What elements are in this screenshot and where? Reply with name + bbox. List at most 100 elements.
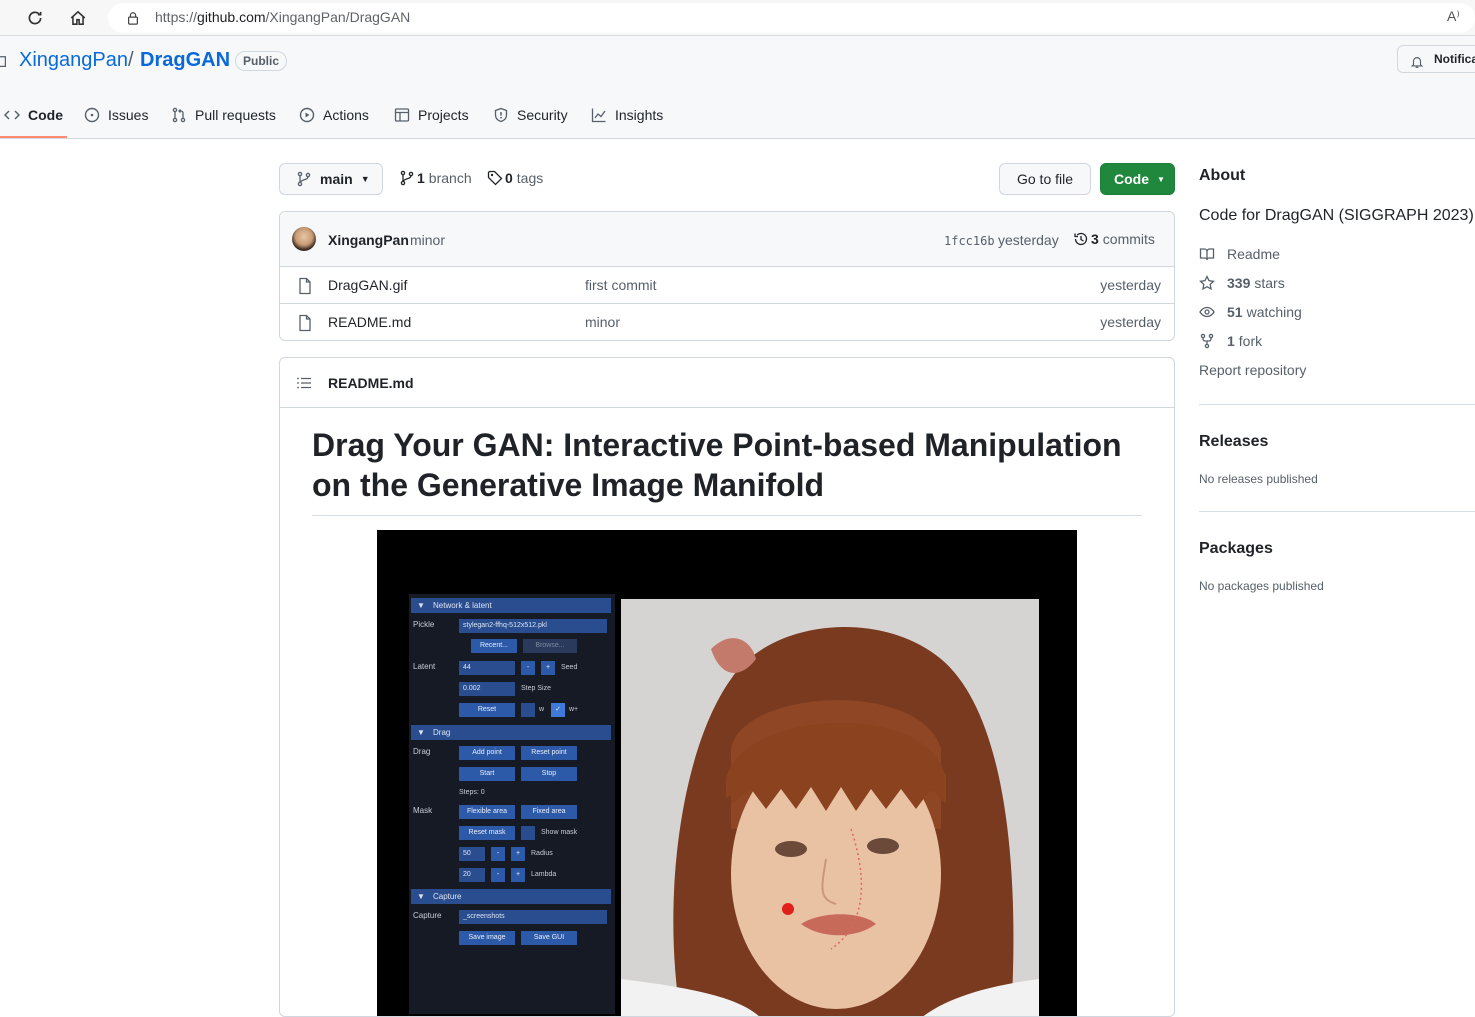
notifications-button[interactable]: Notifications xyxy=(1397,45,1475,73)
readme-link[interactable]: Readme xyxy=(1199,246,1280,262)
fork-icon xyxy=(1200,333,1214,349)
play-icon xyxy=(299,107,315,123)
demo-seed-label: Seed xyxy=(561,664,578,671)
demo-radius-label: Radius xyxy=(531,850,553,857)
demo-lambda-minus: - xyxy=(491,868,505,882)
history-icon xyxy=(1074,232,1088,246)
demo-stop-button: Stop xyxy=(521,767,577,781)
repo-owner-link[interactable]: XingangPan xyxy=(19,49,128,72)
demo-label-latent: Latent xyxy=(413,662,436,671)
releases-empty-text: No releases published xyxy=(1199,472,1318,486)
releases-heading[interactable]: Releases xyxy=(1199,433,1268,451)
file-list: XingangPan minor 1fcc16b yesterday 3 comm… xyxy=(279,211,1175,341)
demo-pickle-field: stylegan2-ffhq-512x512.pkl xyxy=(459,619,607,633)
url-text[interactable]: https://github.com/XingangPan/DragGAN xyxy=(155,9,410,25)
tab-insights[interactable]: Insights xyxy=(591,104,663,126)
demo-lambda-field: 20 xyxy=(459,868,485,882)
demo-show-mask-checkbox xyxy=(521,826,535,840)
go-to-file-button[interactable]: Go to file xyxy=(999,163,1091,195)
visibility-badge: Public xyxy=(235,51,288,71)
book-icon xyxy=(1199,248,1215,261)
read-aloud-icon[interactable]: A⁾ xyxy=(1447,8,1460,25)
demo-label-capture: Capture xyxy=(413,911,442,920)
branches-link[interactable]: 1 branch xyxy=(399,170,472,186)
demo-reset-mask-button: Reset mask xyxy=(459,826,515,840)
demo-start-button: Start xyxy=(459,767,515,781)
commit-message[interactable]: minor xyxy=(410,232,445,248)
tab-actions[interactable]: Actions xyxy=(299,104,369,126)
report-repository-link[interactable]: Report repository xyxy=(1199,362,1306,378)
file-commit-time: yesterday xyxy=(1100,314,1161,330)
reload-icon[interactable] xyxy=(22,5,48,31)
tab-issues[interactable]: Issues xyxy=(84,104,148,126)
caret-down-icon: ▼ xyxy=(1157,174,1165,184)
file-row[interactable]: DragGAN.gif first commit yesterday xyxy=(280,267,1174,304)
demo-label-mask: Mask xyxy=(413,806,433,815)
star-icon xyxy=(1199,275,1215,291)
demo-reset-button: Reset xyxy=(459,703,515,717)
demo-radius-minus: - xyxy=(491,847,505,861)
demo-face-image xyxy=(621,599,1039,1016)
demo-capture-field: _screenshots xyxy=(459,910,607,924)
demo-flexible-area-button: Flexible area xyxy=(459,805,515,819)
file-icon xyxy=(297,277,313,298)
list-unordered-icon[interactable] xyxy=(296,375,312,396)
demo-recent-button: Recent... xyxy=(471,639,517,653)
readme-header: README.md xyxy=(280,358,1174,408)
packages-heading[interactable]: Packages xyxy=(1199,540,1273,558)
avatar[interactable] xyxy=(292,227,316,251)
browser-toolbar: https://github.com/XingangPan/DragGAN A⁾ xyxy=(0,0,1475,36)
demo-save-image-button: Save image xyxy=(459,931,515,945)
bell-icon xyxy=(1410,52,1424,72)
packages-empty-text: No packages published xyxy=(1199,579,1324,593)
file-commit-message[interactable]: minor xyxy=(585,314,620,330)
demo-section-capture: Capture xyxy=(411,889,611,904)
latest-commit-row: XingangPan minor 1fcc16b yesterday 3 comm… xyxy=(280,212,1174,267)
active-tab-underline xyxy=(0,136,67,138)
file-commit-message[interactable]: first commit xyxy=(585,277,657,293)
tab-security[interactable]: Security xyxy=(493,104,568,126)
commit-sha[interactable]: 1fcc16b xyxy=(944,234,995,248)
demo-radius-plus: + xyxy=(511,847,525,861)
demo-w-checkbox xyxy=(521,703,535,717)
demo-wplus-label: w+ xyxy=(569,706,579,713)
tab-code[interactable]: Code xyxy=(4,104,63,126)
home-icon[interactable] xyxy=(65,5,91,31)
demo-radius-field: 50 xyxy=(459,847,485,861)
readme-filename[interactable]: README.md xyxy=(328,375,414,391)
forks-link[interactable]: 1 fork xyxy=(1199,333,1262,349)
demo-gui-panel: Network & latent Pickle stylegan2-ffhq-5… xyxy=(409,594,615,1014)
tab-projects[interactable]: Projects xyxy=(394,104,469,126)
demo-browse-button: Browse... xyxy=(523,639,577,653)
file-row[interactable]: README.md minor yesterday xyxy=(280,304,1174,340)
repo-header: XingangPan / DragGAN Public Notification… xyxy=(0,36,1475,139)
code-button[interactable]: Code ▼ xyxy=(1100,163,1175,195)
demo-add-point-button: Add point xyxy=(459,746,515,760)
demo-step-field: 0.002 xyxy=(459,682,515,696)
demo-seed-plus: + xyxy=(541,661,555,675)
repo-name-link[interactable]: DragGAN xyxy=(140,49,230,72)
eye-icon xyxy=(1199,306,1215,318)
watchers-link[interactable]: 51 watching xyxy=(1199,304,1302,320)
file-name[interactable]: DragGAN.gif xyxy=(328,277,407,293)
commits-link[interactable]: 3 commits xyxy=(1073,231,1155,247)
branch-icon xyxy=(400,170,414,186)
file-name[interactable]: README.md xyxy=(328,314,411,330)
demo-seed-minus: - xyxy=(521,661,535,675)
demo-section-network: Network & latent xyxy=(411,598,611,613)
branch-icon xyxy=(297,171,311,187)
demo-show-mask-label: Show mask xyxy=(541,829,578,836)
tags-link[interactable]: 0 tags xyxy=(487,170,543,186)
demo-lambda-plus: + xyxy=(511,868,525,882)
graph-icon xyxy=(591,108,606,123)
stars-link[interactable]: 339 stars xyxy=(1199,275,1285,291)
commit-author[interactable]: XingangPan xyxy=(328,232,409,248)
tab-pull-requests[interactable]: Pull requests xyxy=(171,104,276,126)
commit-time: yesterday xyxy=(998,232,1059,248)
demo-wplus-checkbox: ✓ xyxy=(551,703,565,717)
shield-icon xyxy=(494,107,508,123)
branch-select-button[interactable]: main ▼ xyxy=(279,163,383,195)
breadcrumb-separator: / xyxy=(128,49,134,71)
lock-icon[interactable] xyxy=(120,5,146,31)
demo-seed-field: 44 xyxy=(459,661,515,675)
